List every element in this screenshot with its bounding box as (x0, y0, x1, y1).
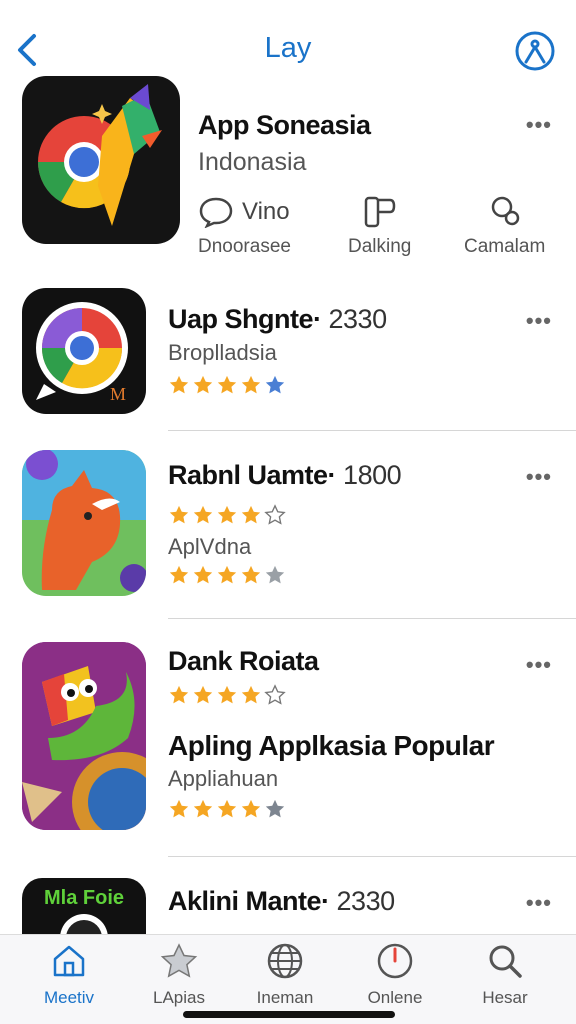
star-icon (193, 375, 213, 394)
list-item[interactable]: Dank Roiata Apling Applkasia Popular App… (0, 642, 576, 857)
star-rating (168, 564, 286, 586)
star-outline-icon (264, 504, 286, 525)
chat-action-button[interactable]: Vino (198, 196, 290, 228)
more-button[interactable]: ••• (526, 308, 552, 334)
star-icon (217, 375, 237, 394)
app-title: Aklini Mante· 2330 (168, 886, 396, 916)
star-icon (169, 799, 189, 818)
divider (168, 618, 576, 619)
action-label-1: Dnoorasee (198, 236, 291, 257)
app-icon (22, 450, 146, 596)
app-title: Uap Shgnte· 2330 (168, 304, 388, 334)
divider (168, 856, 576, 857)
star-icon (241, 565, 261, 584)
star-icon (193, 565, 213, 584)
featured-app-row[interactable]: App Soneasia Indonasia ••• Vino Dnoorase… (0, 76, 576, 266)
share-icon (364, 196, 396, 228)
list-item[interactable]: M Uap Shgnte· 2330 Broplladsia ••• (0, 286, 576, 431)
more-button[interactable]: ••• (526, 112, 552, 138)
app-title: Rabnl Uamte· 1800 (168, 460, 402, 490)
star-icon (193, 505, 213, 524)
search-people-icon (491, 196, 520, 226)
star-rating (168, 504, 286, 526)
list-item[interactable]: Mla Foie Aklini Mante· 2330 ••• (0, 878, 576, 934)
star-rating (168, 798, 286, 820)
more-button[interactable]: ••• (526, 890, 552, 916)
app-icon-text: Mla Foie (44, 887, 124, 909)
app-count: 2330 (328, 304, 388, 334)
divider (168, 430, 576, 431)
featured-app-subtitle: Indonasia (198, 148, 307, 176)
more-button[interactable]: ••• (526, 652, 552, 678)
share-action-button[interactable] (362, 194, 398, 230)
tab-label: LApias (153, 988, 205, 1007)
tab-home[interactable]: Meetiv (14, 941, 124, 1008)
app-count: 1800 (343, 460, 402, 490)
profile-button[interactable] (514, 30, 556, 72)
star-icon (241, 799, 261, 818)
star-outline-icon (264, 684, 286, 705)
featured-app-icon (22, 76, 180, 244)
tab-label: Ineman (256, 988, 314, 1007)
star-rating (168, 374, 286, 396)
app-count: 2330 (336, 886, 396, 916)
tab-label: Onlene (367, 988, 423, 1007)
app-subtitle: Broplladsia (168, 340, 277, 365)
app-icon: Mla Foie (22, 878, 146, 934)
star-icon (217, 505, 237, 524)
star-icon (193, 685, 213, 704)
globe-icon (267, 943, 303, 979)
tab-label: Hesar (482, 988, 528, 1007)
star-icon (193, 799, 213, 818)
star-icon (217, 685, 237, 704)
people-action-button[interactable] (488, 194, 524, 230)
list-item[interactable]: Rabnl Uamte· 1800 AplVdna ••• (0, 450, 576, 620)
app-subtitle: Appliahuan (168, 766, 279, 791)
chat-bubble-icon (199, 197, 233, 228)
star-icon (169, 685, 189, 704)
more-button[interactable]: ••• (526, 464, 552, 490)
star-icon (265, 565, 285, 584)
star-rating (168, 684, 286, 706)
tab-search[interactable]: Hesar (450, 941, 560, 1008)
tab-label: Meetiv (43, 988, 95, 1007)
app-title: Dank Roiata (168, 646, 319, 676)
home-indicator[interactable] (183, 1011, 395, 1018)
profile-icon (515, 31, 555, 71)
star-icon (217, 799, 237, 818)
tab-online[interactable]: Onlene (340, 941, 450, 1008)
star-icon (169, 375, 189, 394)
action-label-3: Camalam (464, 236, 546, 257)
tab-internet[interactable]: Ineman (230, 941, 340, 1008)
star-icon (241, 375, 261, 394)
search-icon (489, 945, 522, 978)
home-icon (53, 945, 85, 977)
star-icon (241, 505, 261, 524)
star-icon (169, 565, 189, 584)
app-headline: Apling Applkasia Popular (168, 730, 495, 761)
star-icon (241, 685, 261, 704)
star-icon (169, 505, 189, 524)
app-subtitle: AplVdna (168, 534, 252, 559)
star-icon (265, 375, 285, 394)
app-icon (22, 642, 146, 830)
tab-apps[interactable]: LApias (124, 941, 234, 1008)
chat-action-label: Vino (242, 198, 290, 225)
star-icon (160, 943, 198, 978)
star-icon (217, 565, 237, 584)
star-icon (265, 799, 285, 818)
clock-icon (377, 943, 413, 979)
app-icon: M (22, 288, 146, 414)
page-title: Lay (264, 32, 312, 64)
featured-app-title: App Soneasia (198, 110, 371, 140)
svg-text:M: M (110, 384, 126, 404)
action-label-2: Dalking (348, 236, 412, 257)
